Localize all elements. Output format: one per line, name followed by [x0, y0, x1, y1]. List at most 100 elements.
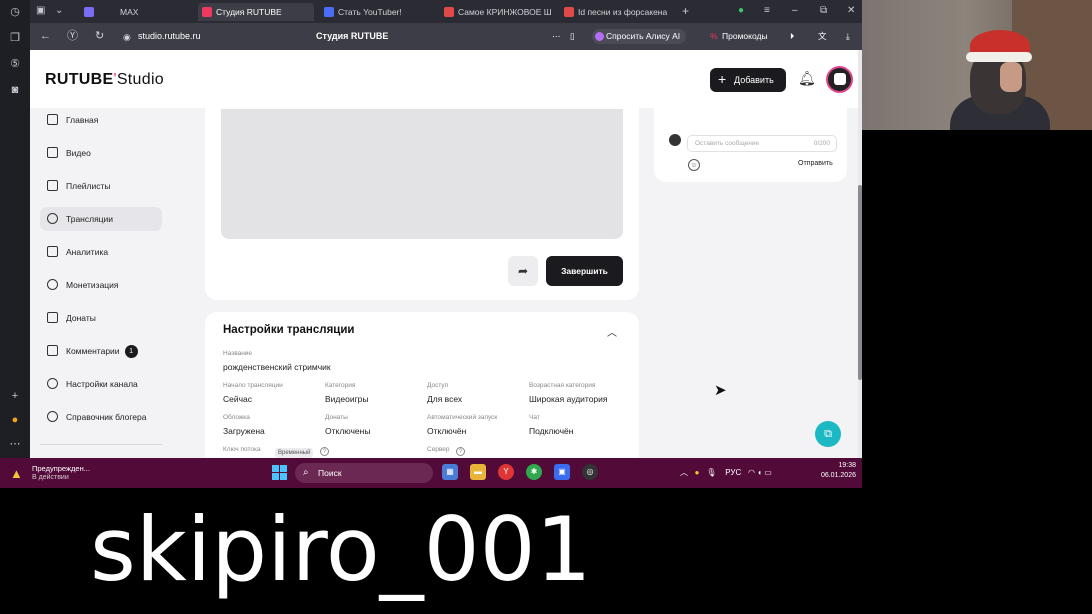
field-label: Донаты: [325, 414, 348, 421]
rutube-studio-logo[interactable]: RUTUBE'Studio: [45, 71, 164, 89]
ask-alice-button[interactable]: Спросить Алису AI: [592, 29, 687, 44]
promo-codes-label: Промокоды: [722, 31, 768, 41]
tab-max[interactable]: MAX: [80, 3, 190, 21]
collapse-chevron-icon[interactable]: ︿: [607, 324, 617, 339]
sidebar-item-label: Главная: [66, 115, 99, 125]
stream-preview[interactable]: [221, 109, 623, 239]
maximize-icon[interactable]: ⧉: [820, 5, 827, 17]
minimize-icon[interactable]: –: [792, 5, 798, 17]
rutube-app-icon[interactable]: ▣: [554, 464, 570, 480]
new-tab-button[interactable]: +: [682, 5, 689, 17]
app-icon[interactable]: ●: [8, 413, 22, 427]
sidebar-item-video[interactable]: Видео: [40, 141, 162, 165]
windows-start-icon[interactable]: [272, 465, 288, 481]
sidebar-item-label: Справочник блогера: [66, 412, 147, 422]
obs-icon[interactable]: ◎: [582, 464, 598, 480]
yandex-icon[interactable]: Ⓨ: [67, 30, 78, 43]
back-icon[interactable]: ←: [40, 30, 51, 43]
sidebar-item-playlists[interactable]: Плейлисты: [40, 174, 162, 198]
tray-app-icon[interactable]: ●: [695, 468, 700, 477]
sidebar-item-channel-settings[interactable]: Настройки канала: [40, 372, 162, 396]
video-icon[interactable]: ⏵: [790, 29, 794, 44]
field-label: Сервер: [427, 446, 450, 453]
tab-label: Стать YouTuber!: [338, 7, 402, 17]
close-icon[interactable]: ✕: [847, 5, 855, 17]
language-indicator[interactable]: РУС: [725, 468, 741, 477]
share-button[interactable]: ➦: [508, 256, 538, 286]
chat-message-input[interactable]: Оставить сообщение 0/200: [687, 135, 837, 152]
sidebar-item-home[interactable]: Главная: [40, 108, 162, 132]
microphone-icon[interactable]: 🎙︎: [706, 468, 716, 477]
avatar[interactable]: [826, 66, 853, 93]
browser-menu-icon[interactable]: ▣: [36, 5, 45, 17]
sidebar-item-donations[interactable]: Донаты: [40, 306, 162, 330]
lock-icon: ◉: [123, 32, 131, 42]
sidebar-item-analytics[interactable]: Аналитика: [40, 240, 162, 264]
more-options-icon[interactable]: ⋯: [552, 29, 561, 44]
clock-time: 19:38: [838, 462, 856, 469]
yandex-browser-icon[interactable]: Y: [498, 464, 514, 480]
sidebar: Главная Видео Плейлисты Трансляции Анали…: [30, 108, 205, 458]
app-icon[interactable]: ✱: [526, 464, 542, 480]
leaf-icon[interactable]: ●: [738, 5, 744, 17]
tabs-dropdown-icon[interactable]: ⌄: [55, 5, 63, 17]
sidebar-item-label: Плейлисты: [66, 181, 111, 191]
sidebar-item-blogger-guide[interactable]: Справочник блогера: [40, 405, 162, 429]
download-icon[interactable]: ⤓: [846, 29, 850, 44]
field-label: Начало трансляции: [223, 382, 283, 389]
field-label: Возрастная категория: [529, 382, 596, 389]
broadcast-icon: [47, 213, 58, 224]
reload-icon[interactable]: ↻: [95, 30, 104, 43]
translate-icon[interactable]: 文: [818, 29, 827, 44]
mouse-cursor-icon: ➤: [714, 382, 727, 399]
taskbar-search[interactable]: ⌕ Поиск: [295, 463, 433, 483]
folder-icon[interactable]: ▬: [470, 464, 486, 480]
field-label: Доступ: [427, 382, 449, 389]
security-notification[interactable]: ▲ Предупрежден... В действии: [10, 464, 110, 484]
help-icon[interactable]: ?: [456, 447, 465, 456]
tab-cringe-video[interactable]: Самое КРИНЖОВОЕ Ш: [440, 3, 552, 21]
wifi-icon[interactable]: ◠: [748, 468, 755, 477]
help-icon[interactable]: ?: [320, 447, 329, 456]
sidebar-item-monetization[interactable]: Монетизация: [40, 273, 162, 297]
finish-stream-button[interactable]: Завершить: [546, 256, 623, 286]
promo-codes-button[interactable]: % Промокоды: [708, 29, 772, 44]
screenshot-icon[interactable]: ◙: [8, 83, 22, 97]
more-icon[interactable]: ⋯: [8, 437, 22, 451]
stream-settings-card: Настройки трансляции ︿ Название рожденст…: [205, 312, 639, 458]
logo-main: RUTUBE: [45, 71, 114, 88]
scrollbar-thumb[interactable]: [858, 185, 862, 380]
add-button[interactable]: + Добавить: [710, 68, 786, 92]
collections-icon[interactable]: ❐: [8, 31, 22, 45]
url-field[interactable]: studio.rutube.ru: [138, 31, 201, 41]
chevron-up-icon[interactable]: ︿: [680, 468, 688, 477]
search-icon: ⌕: [303, 467, 309, 478]
system-tray: ︿ ● 🎙︎ РУС ◠ ◖ ▭: [680, 467, 772, 478]
streamer-username: skipiro_001: [90, 498, 592, 601]
battery-icon[interactable]: ▭: [764, 468, 772, 477]
menu-icon[interactable]: ≡: [764, 5, 770, 17]
tab-forsaken-songs[interactable]: Id песни из форсакена: [560, 3, 672, 21]
volume-icon[interactable]: ◖: [757, 468, 762, 477]
support-chat-button[interactable]: ⧉: [815, 421, 841, 447]
bell-icon[interactable]: 🔔︎: [798, 70, 816, 87]
calendar-app-icon[interactable]: ▦: [442, 464, 458, 480]
add-panel-icon[interactable]: +: [8, 389, 22, 403]
taskbar-clock[interactable]: 19:38 06.01.2026: [812, 461, 856, 481]
sidebar-item-streams[interactable]: Трансляции: [40, 207, 162, 231]
field-label: Обложка: [223, 414, 250, 421]
bookmark-icon[interactable]: ▯: [570, 29, 575, 44]
history-icon[interactable]: ◷: [8, 5, 22, 19]
sidebar-item-comments[interactable]: Комментарии 1: [40, 339, 162, 363]
tab-rutube-studio[interactable]: Студия RUTUBE: [198, 3, 314, 21]
sidebar-app-icon[interactable]: ⑤: [8, 57, 22, 71]
search-placeholder: Поиск: [318, 468, 342, 478]
chat-avatar: [669, 134, 681, 146]
emoji-icon[interactable]: ☺: [688, 159, 700, 171]
chat-char-counter: 0/200: [813, 140, 830, 147]
tab-youtuber[interactable]: Стать YouTuber!: [320, 3, 430, 21]
favicon-icon: [324, 7, 334, 17]
favicon-icon: [202, 7, 212, 17]
send-button[interactable]: Отправить: [798, 160, 833, 167]
home-icon: [47, 114, 58, 125]
